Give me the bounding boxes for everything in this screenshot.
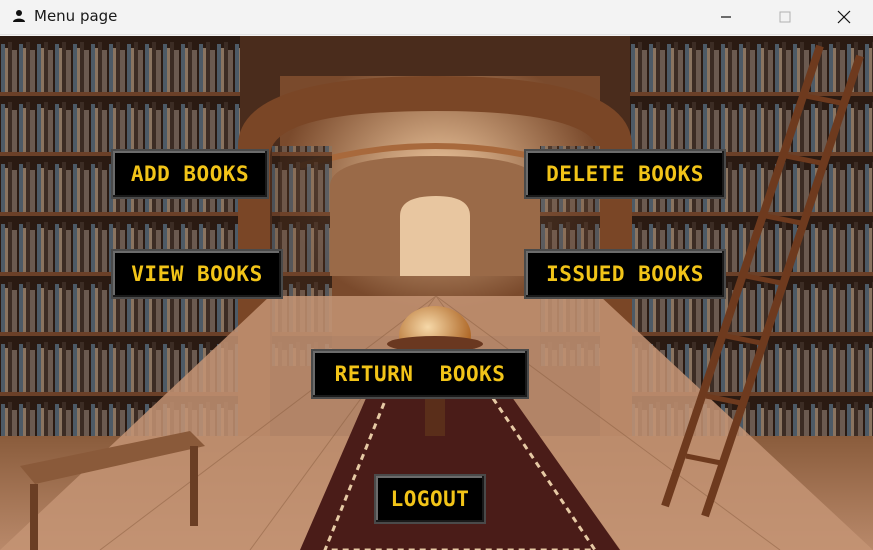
maximize-button[interactable] xyxy=(756,0,814,34)
add-books-button[interactable]: ADD BOOKS xyxy=(111,149,269,199)
minimize-button[interactable] xyxy=(697,0,755,34)
return-books-button[interactable]: RETURN BOOKS xyxy=(311,349,529,399)
view-books-button[interactable]: VIEW BOOKS xyxy=(111,249,283,299)
delete-books-button[interactable]: DELETE BOOKS xyxy=(524,149,726,199)
logout-button[interactable]: LOGOUT xyxy=(374,474,486,524)
issued-books-button[interactable]: ISSUED BOOKS xyxy=(524,249,726,299)
minimize-icon xyxy=(721,16,731,18)
title-bar: Menu page xyxy=(0,0,873,35)
close-button[interactable] xyxy=(815,0,873,34)
window-title: Menu page xyxy=(34,7,118,25)
maximize-icon xyxy=(779,11,791,23)
close-icon xyxy=(837,10,851,24)
user-icon xyxy=(13,10,25,22)
